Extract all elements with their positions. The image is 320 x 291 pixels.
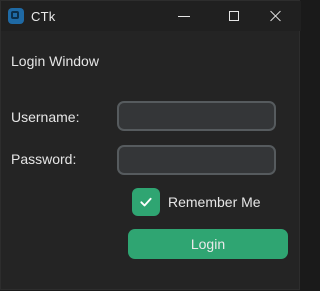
maximize-icon (229, 11, 239, 21)
minimize-icon (178, 15, 190, 17)
password-label: Password: (11, 151, 77, 167)
checkmark-icon (140, 197, 152, 207)
remember-me-label: Remember Me (168, 194, 261, 210)
app-window: CTk Login Window Username: Password: Rem… (0, 0, 301, 291)
username-field[interactable] (117, 101, 276, 131)
login-content: Login Window Username: Password: Remembe… (1, 31, 301, 291)
page-title: Login Window (11, 53, 99, 69)
remember-me-checkbox-row[interactable]: Remember Me (132, 188, 261, 216)
window-titlebar[interactable]: CTk (1, 1, 301, 31)
login-button[interactable]: Login (128, 229, 288, 259)
username-label: Username: (11, 109, 80, 125)
remember-me-checkbox[interactable] (132, 188, 160, 216)
minimize-button[interactable] (161, 1, 207, 31)
close-icon (270, 10, 282, 22)
close-button[interactable] (251, 1, 301, 31)
app-icon (8, 8, 24, 24)
window-title: CTk (31, 9, 56, 24)
password-field[interactable] (117, 145, 276, 175)
